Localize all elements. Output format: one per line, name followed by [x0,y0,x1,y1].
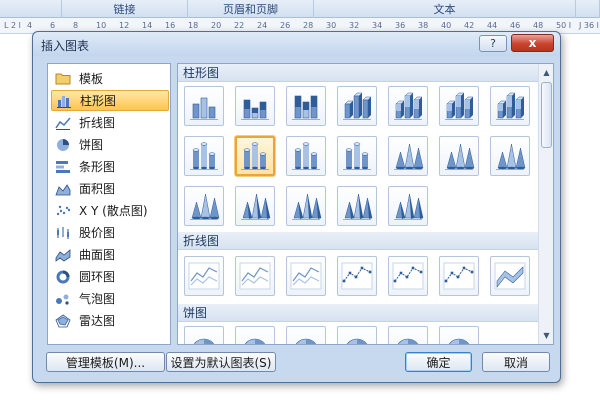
ruler-mark: 4 [27,21,33,30]
gallery-section-header: 饼图 [178,304,538,322]
ribbon-group-links[interactable]: 链接 [62,0,188,18]
chart-type-gallery: 柱形图折线图饼图 ▲ ▼ [177,63,554,345]
category-label: 饼图 [79,138,104,152]
insert-chart-dialog: 插入图表 ? x 模板 柱形图 折线图 饼图 条形图 面积图 X Y (散点图) 股价图 曲面图… [32,31,561,383]
100-stacked-column-icon[interactable] [286,86,326,126]
pie-icon[interactable] [184,326,224,344]
category-item[interactable]: 折线图 [51,112,169,133]
stock-chart-icon [55,226,71,240]
3d-100-stacked-column-icon[interactable] [439,86,479,126]
category-label: 雷达图 [79,314,116,328]
ribbon-group [0,0,62,18]
100-stacked-pyramid-icon[interactable] [337,186,377,226]
category-label: X Y (散点图) [79,204,148,218]
stacked-cylinder-icon[interactable] [235,136,275,176]
radar-chart-icon [55,314,71,328]
cancel-button[interactable]: 取消 [482,352,550,372]
category-item[interactable]: 模板 [51,68,169,89]
scrollbar-thumb[interactable] [541,82,552,148]
category-item[interactable]: 雷达图 [51,310,169,331]
surface-chart-icon [55,248,71,262]
scroll-down-arrow-icon[interactable]: ▼ [539,328,553,343]
stacked-line-icon[interactable] [235,256,275,296]
manage-templates-button[interactable]: 管理模板(M)... [46,352,165,372]
category-label: 面积图 [79,182,116,196]
stacked-cone-icon[interactable] [439,136,479,176]
category-item[interactable]: 气泡图 [51,288,169,309]
3d-clustered-column-icon[interactable] [337,86,377,126]
dialog-titlebar[interactable]: 插入图表 ? x [33,32,560,56]
100-stacked-cone-icon[interactable] [490,136,530,176]
scroll-up-arrow-icon[interactable]: ▲ [539,65,553,80]
ribbon-group-text[interactable]: 文本 [314,0,576,18]
folder-icon [55,72,71,86]
category-item[interactable]: X Y (散点图) [51,200,169,221]
gallery-section-header: 柱形图 [178,64,538,82]
3d-cylinder-icon[interactable] [337,136,377,176]
category-label: 条形图 [79,160,116,174]
3d-line-icon[interactable] [490,256,530,296]
ribbon-group-header-footer[interactable]: 页眉和页脚 [188,0,314,18]
100-stacked-cylinder-icon[interactable] [286,136,326,176]
3d-pie-icon[interactable] [235,326,275,344]
gallery-scrollbar[interactable]: ▲ ▼ [538,64,553,344]
line-icon[interactable] [184,256,224,296]
clustered-cone-icon[interactable] [388,136,428,176]
help-button[interactable]: ? [479,35,507,52]
ribbon: 链接 页眉和页脚 文本 [0,0,600,18]
bubble-chart-icon [55,292,71,306]
pie-of-pie-icon[interactable] [286,326,326,344]
100-stacked-line-icon[interactable] [286,256,326,296]
ruler-mark: J 36 l [579,21,599,30]
category-label: 气泡图 [79,292,116,306]
scatter-chart-icon [55,204,71,218]
category-item[interactable]: 曲面图 [51,244,169,265]
stacked-column-icon[interactable] [235,86,275,126]
3d-cone-icon[interactable] [184,186,224,226]
3d-exploded-pie-icon[interactable] [388,326,428,344]
dialog-content: 模板 柱形图 折线图 饼图 条形图 面积图 X Y (散点图) 股价图 曲面图 圆环图 气泡图 雷达图… [40,60,554,346]
category-item[interactable]: 面积图 [51,178,169,199]
clustered-cylinder-icon[interactable] [184,136,224,176]
bar-chart-icon [55,160,71,174]
bar-of-pie-icon[interactable] [439,326,479,344]
category-label: 折线图 [79,116,116,130]
gallery-section-header: 折线图 [178,232,538,250]
category-label: 圆环图 [79,270,116,284]
pie-chart-icon [55,138,71,152]
stacked-pyramid-icon[interactable] [286,186,326,226]
ribbon-group [576,0,600,18]
3d-stacked-column-icon[interactable] [388,86,428,126]
category-item[interactable]: 饼图 [51,134,169,155]
stacked-line-markers-icon[interactable] [388,256,428,296]
area-chart-icon [55,182,71,196]
3d-column-icon[interactable] [490,86,530,126]
ruler-mark: L 2 l [4,21,21,30]
category-item[interactable]: 股价图 [51,222,169,243]
category-item[interactable]: 柱形图 [51,90,169,111]
set-default-chart-button[interactable]: 设置为默认图表(S) [166,352,276,372]
category-label: 曲面图 [79,248,116,262]
clustered-pyramid-icon[interactable] [235,186,275,226]
column-chart-icon [56,94,72,108]
100-stacked-line-markers-icon[interactable] [439,256,479,296]
line-chart-icon [55,116,71,130]
clustered-column-icon[interactable] [184,86,224,126]
exploded-pie-icon[interactable] [337,326,377,344]
chart-category-list: 模板柱形图折线图饼图条形图面积图 X Y (散点图) 股价图曲面图圆环图气泡图雷达图 [47,63,171,345]
category-label: 股价图 [79,226,116,240]
ok-button[interactable]: 确定 [405,352,472,372]
close-button[interactable]: x [511,34,554,52]
3d-pyramid-icon[interactable] [388,186,428,226]
category-label: 柱形图 [80,94,117,108]
category-item[interactable]: 条形图 [51,156,169,177]
dialog-title: 插入图表 [41,39,90,53]
category-label: 模板 [79,72,104,86]
line-markers-icon[interactable] [337,256,377,296]
category-item[interactable]: 圆环图 [51,266,169,287]
doughnut-chart-icon [55,270,71,284]
